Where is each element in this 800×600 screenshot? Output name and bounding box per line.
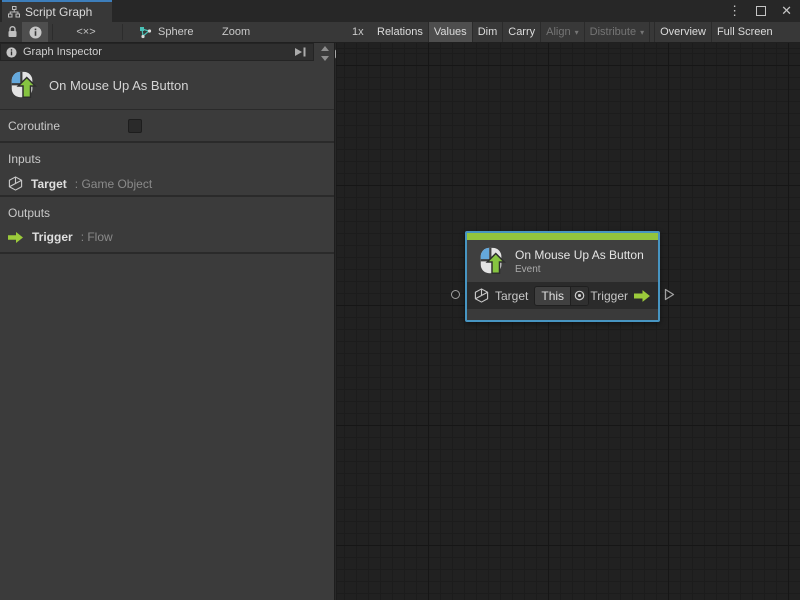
graph-toolbar: <×> Sphere Zoom 1x Relations Values Dim … (0, 22, 800, 60)
node-footer (467, 309, 658, 320)
chevron-up-icon[interactable] (320, 46, 329, 51)
chevron-down-icon: ▾ (640, 27, 645, 37)
game-object-cube-icon (8, 176, 23, 191)
window-menu-icon[interactable]: ⋮ (728, 0, 741, 22)
unit-title: On Mouse Up As Button (49, 77, 189, 93)
node-title: On Mouse Up As Button (515, 247, 644, 262)
tab-label: Script Graph (25, 5, 93, 19)
unit-header: On Mouse Up As Button (0, 61, 334, 110)
port-type: : Game Object (74, 176, 153, 191)
flow-arrow-icon (634, 289, 651, 302)
port-name: Trigger (32, 230, 73, 244)
toolbar-gap (650, 22, 655, 42)
tab-script-graph[interactable]: Script Graph (2, 0, 112, 22)
code-icon: <×> (76, 26, 96, 38)
this-object-chip[interactable]: This (534, 285, 590, 306)
game-object-cube-icon (474, 288, 489, 303)
values-button[interactable]: Values (428, 22, 472, 42)
flow-output-port[interactable] (664, 288, 675, 301)
input-port-row: Target : Game Object (8, 176, 326, 191)
full-screen-button[interactable]: Full Screen (711, 22, 778, 42)
toolbar-separator (52, 24, 53, 40)
coroutine-checkbox[interactable] (128, 119, 142, 133)
info-icon (6, 46, 17, 58)
event-node-on-mouse-up-as-button[interactable]: On Mouse Up As Button Event Target This (451, 231, 675, 322)
coroutine-label: Coroutine (8, 118, 61, 133)
node-port-row: Target This Trigger (467, 282, 658, 309)
distribute-dropdown[interactable]: Distribute ▾ (584, 22, 650, 42)
code-view-button[interactable]: <×> (72, 22, 100, 42)
window-close-icon[interactable]: ✕ (781, 0, 792, 22)
node-subtitle: Event (515, 263, 541, 275)
output-port-row: Trigger : Flow (8, 230, 326, 244)
inputs-section: Inputs Target : Game Object (0, 143, 334, 197)
titlebar: Script Graph ⋮ ✕ (0, 0, 800, 22)
overview-button[interactable]: Overview (655, 22, 711, 42)
zoom-label: Zoom (222, 26, 251, 38)
graph-canvas[interactable]: On Mouse Up As Button Event Target This (336, 43, 800, 600)
port-name: Target (31, 176, 67, 191)
inputs-header: Inputs (8, 152, 41, 166)
outputs-header: Outputs (8, 206, 51, 220)
lock-icon[interactable] (6, 22, 19, 42)
target-port-label: Target (495, 288, 529, 303)
flow-arrow-icon (8, 231, 24, 243)
value-input-port[interactable] (451, 290, 460, 299)
target-dot-icon[interactable] (570, 286, 589, 305)
toolbar-button-group: Relations Values Dim Carry Align ▾ Distr… (372, 22, 778, 42)
port-type: : Flow (80, 230, 113, 244)
mouse-up-event-icon (477, 246, 507, 276)
carry-button[interactable]: Carry (503, 22, 541, 42)
script-graph-asset-icon (139, 26, 152, 39)
inspector-toggle-button[interactable] (22, 22, 48, 42)
graph-inspector-header[interactable]: Graph Inspector (0, 43, 314, 61)
relations-button[interactable]: Relations (372, 22, 428, 42)
chevron-down-icon: ▾ (574, 27, 579, 37)
trigger-port-label: Trigger (590, 288, 628, 303)
toolbar-separator (122, 24, 123, 40)
info-icon (29, 26, 42, 39)
dock-panel-icon[interactable] (294, 46, 308, 58)
this-label: This (541, 288, 565, 303)
graph-target-button[interactable]: Sphere (139, 22, 193, 42)
inspector-title: Graph Inspector (23, 46, 102, 58)
outputs-section: Outputs Trigger : Flow (0, 197, 334, 254)
align-dropdown[interactable]: Align ▾ (541, 22, 584, 42)
graph-hierarchy-icon (8, 6, 20, 18)
zoom-value: 1x (352, 26, 364, 38)
window-maximize-icon[interactable] (756, 6, 767, 16)
dim-button[interactable]: Dim (472, 22, 503, 42)
mouse-up-event-icon (8, 70, 38, 100)
graph-inspector-panel: Graph Inspector On Mouse Up As Button Co… (0, 43, 335, 600)
event-color-bar (467, 233, 658, 240)
graph-target-name: Sphere (158, 26, 194, 38)
coroutine-row: Coroutine (0, 110, 334, 143)
node-header[interactable]: On Mouse Up As Button Event (467, 240, 658, 282)
